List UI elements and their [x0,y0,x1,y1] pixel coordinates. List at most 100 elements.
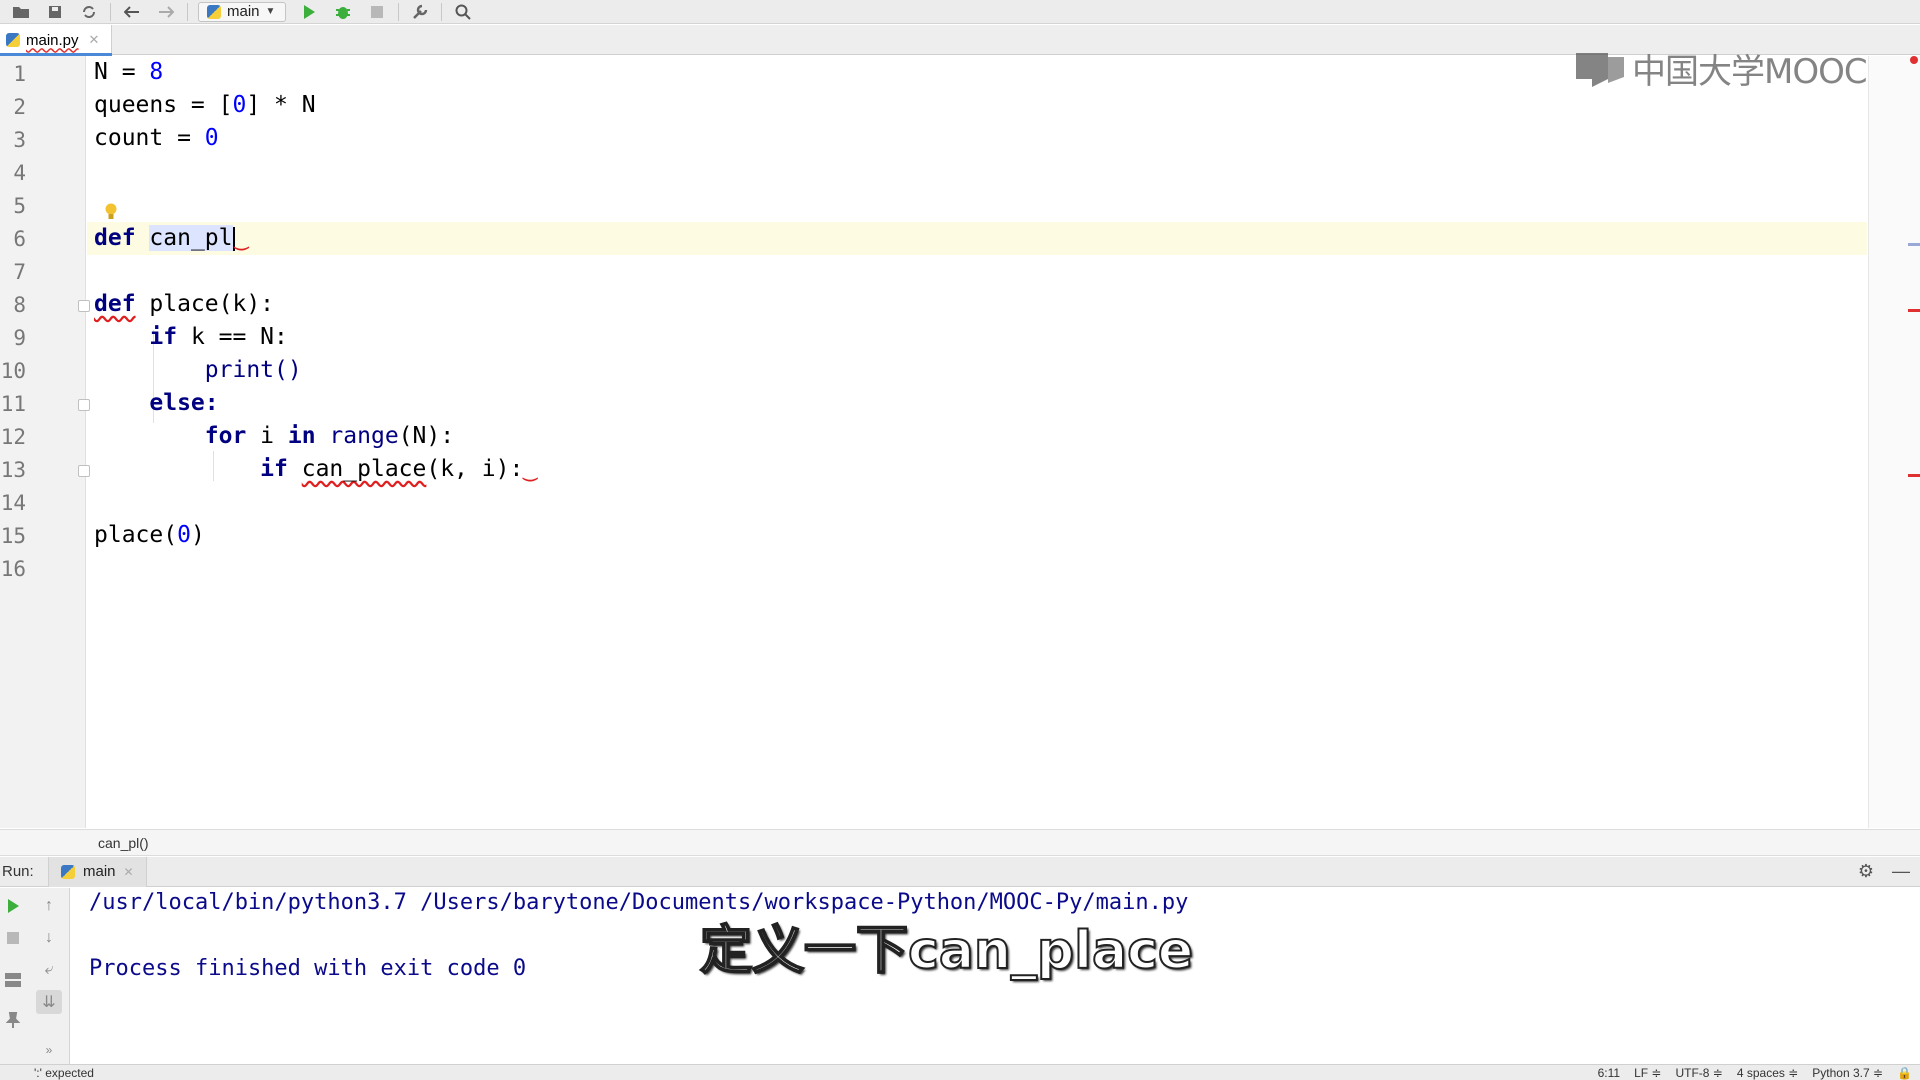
code-line-6: def can_pl‿ [94,225,249,251]
python-icon [61,864,75,879]
run-panel-header: Run: main ✕ ⚙ — [0,856,1920,887]
line-number: 14 [0,491,26,515]
close-icon[interactable]: ✕ [89,32,100,48]
run-config-label: main [227,3,260,20]
python-file-icon [6,33,20,47]
arrow-down-icon[interactable]: ↓ [36,926,62,950]
watermark-text: 中国大学MOOC [1632,52,1868,92]
stripe-mark[interactable] [1908,474,1920,477]
search-icon[interactable] [446,1,480,23]
selected-text: can_pl [149,225,233,251]
video-subtitle: 定义一下can_place [699,920,1194,982]
stop-icon[interactable] [0,926,26,950]
fold-marker-icon[interactable] [78,465,90,477]
python-interpreter[interactable]: Python 3.7 ≑ [1812,1066,1883,1080]
stripe-mark[interactable] [1908,309,1920,312]
line-number-gutter: 1 2 3 4 5 6 7 8 9 10 11 12 13 14 15 16 [0,56,86,828]
tab-label: main.py [26,31,79,49]
lightbulb-icon[interactable] [104,203,118,221]
run-tab-label: main [83,863,116,880]
line-number: 16 [0,557,26,581]
mooc-watermark: 中国大学MOOC [1574,44,1868,93]
current-line-highlight [87,222,1867,255]
minimize-icon[interactable]: — [1892,861,1910,882]
cursor-position[interactable]: 6:11 [1598,1066,1620,1080]
run-config-select[interactable]: main ▼ [198,1,287,22]
lock-icon[interactable]: 🔒 [1897,1066,1912,1080]
line-number: 3 [13,128,26,152]
error-stripe[interactable] [1868,56,1920,828]
code-line-12: for i in range(N): [204,423,455,449]
code-editor[interactable]: 1 2 3 4 5 6 7 8 9 10 11 12 13 14 15 16 N… [0,56,1920,828]
code-line-13: if can_place(k, i):‿ [260,456,538,482]
run-panel-sidebar: ↑ ↓ ⤶ ⇊ » [0,888,70,1064]
python-icon [207,4,221,19]
back-icon[interactable] [115,1,149,23]
chevron-down-icon: ▼ [265,6,276,17]
scroll-to-end-icon[interactable]: ⇊ [36,990,62,1014]
debug-icon[interactable] [326,1,360,23]
soft-wrap-icon[interactable]: ⤶ [36,958,62,982]
toolbar-separator [187,2,188,21]
status-bar: ':' expected 6:11 LF ≑ UTF-8 ≑ 4 spaces … [0,1064,1920,1080]
forward-icon[interactable] [149,1,183,23]
breadcrumb-item[interactable]: can_pl() [98,835,149,851]
fold-marker-icon[interactable] [78,300,90,312]
console-result: Process finished with exit code 0 [89,956,527,981]
arrow-up-icon[interactable]: ↑ [36,894,62,918]
gear-icon[interactable]: ⚙ [1858,861,1874,882]
code-line-8: def place(k): [94,291,275,317]
tab-main-py[interactable]: main.py ✕ [0,25,112,56]
rerun-icon[interactable] [0,894,26,918]
line-number: 15 [0,524,26,548]
layout-icon[interactable] [0,968,26,992]
run-sidebar-col-2: ↑ ↓ ⤶ ⇊ » [36,888,70,1064]
mooc-logo-icon [1576,52,1624,87]
line-number: 6 [13,227,26,251]
error-marker: ‿ [523,456,538,482]
line-number: 7 [13,260,26,284]
line-number: 12 [0,425,26,449]
status-message: ':' expected [34,1065,94,1080]
line-number: 13 [0,458,26,482]
indent-setting[interactable]: 4 spaces ≑ [1737,1066,1798,1080]
stop-icon[interactable] [360,1,394,23]
stripe-mark[interactable] [1908,243,1920,246]
line-number: 2 [13,95,26,119]
sync-icon[interactable] [72,1,106,23]
run-icon[interactable] [292,1,326,23]
main-toolbar: main ▼ [0,0,1920,24]
more-icon[interactable]: » [36,1038,62,1062]
error-indicator-icon[interactable] [1910,56,1918,64]
file-encoding[interactable]: UTF-8 ≑ [1675,1066,1722,1080]
folder-open-icon[interactable] [4,1,38,23]
fold-marker-icon[interactable] [78,399,90,411]
code-line-3: count = 0 [94,125,219,151]
status-widgets: 6:11 LF ≑ UTF-8 ≑ 4 spaces ≑ Python 3.7 … [1598,1066,1920,1080]
line-separator[interactable]: LF ≑ [1634,1066,1661,1080]
pin-icon[interactable] [0,1008,26,1032]
wrench-icon[interactable] [403,1,437,23]
run-label: Run: [2,863,34,880]
run-panel-actions: ⚙ — [1858,861,1920,882]
line-number: 11 [0,392,26,416]
code-line-9: if k == N: [149,324,288,350]
toolbar-separator [110,2,111,21]
line-number: 1 [13,62,26,86]
code-line-1: N = 8 [94,59,164,85]
save-icon[interactable] [38,1,72,23]
run-tab-main[interactable]: main ✕ [48,856,147,887]
line-number: 8 [13,293,26,317]
close-icon[interactable]: ✕ [124,865,134,879]
line-number: 5 [13,194,26,218]
code-line-10: print() [204,357,302,383]
code-line-11: else: [149,390,219,416]
breadcrumb[interactable]: can_pl() [0,829,1920,856]
toolbar-separator [398,2,400,21]
error-marker: ‿ [234,225,249,251]
code-line-15: place(0) [94,522,205,548]
line-number: 4 [13,161,26,185]
line-number: 9 [13,326,26,350]
toolbar-separator [441,2,443,21]
run-sidebar-col-1 [0,888,34,1064]
